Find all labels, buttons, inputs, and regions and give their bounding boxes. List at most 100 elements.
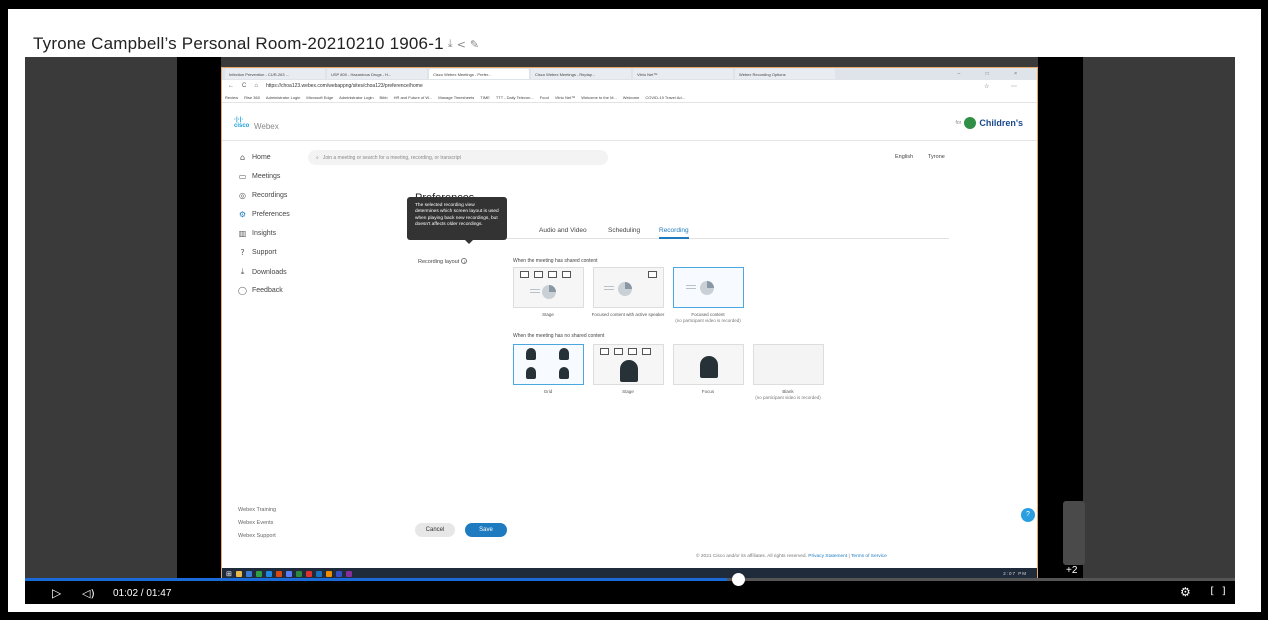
seek-handle[interactable]: [732, 573, 745, 586]
refresh-icon[interactable]: C: [242, 83, 246, 89]
layout-caption: Blank (no participant video is recorded): [743, 389, 833, 401]
download-icon[interactable]: ⤓: [448, 37, 453, 51]
participant-thumbnails: [520, 271, 571, 278]
fullscreen-icon[interactable]: [ ]: [1209, 586, 1227, 597]
caption-subtext: (no participant video is recorded): [755, 395, 821, 400]
sidebar-item-preferences[interactable]: ⚙ Preferences: [238, 210, 290, 219]
content-chart-icon: [542, 285, 556, 299]
browser-tab[interactable]: USP 800 - Hazardous Drugs - H...: [327, 69, 427, 79]
info-icon[interactable]: i: [461, 258, 468, 264]
settings-icon[interactable]: ⚙: [1180, 585, 1191, 599]
window-controls[interactable]: – □ ×: [958, 71, 1038, 77]
bookmark[interactable]: HR and Future of W...: [394, 95, 433, 100]
bookmark[interactable]: Vitrio Net™: [555, 95, 575, 100]
calendar-icon: ▭: [238, 172, 247, 181]
tab-scheduling[interactable]: Scheduling: [608, 227, 640, 234]
layout-option-focus[interactable]: [673, 344, 744, 385]
sidebar-item-label: Support: [252, 249, 277, 256]
participant-thumbnail[interactable]: [1063, 501, 1085, 565]
sidebar-item-recordings[interactable]: ◎ Recordings: [238, 191, 287, 200]
layout-option-stage-shared[interactable]: [513, 267, 584, 308]
sidebar-item-support[interactable]: ? Support: [238, 248, 277, 257]
tab-recording[interactable]: Recording: [659, 227, 689, 239]
childrens-logo-mark: [964, 117, 977, 129]
sidebar-item-feedback[interactable]: ◯ Feedback: [238, 286, 283, 295]
shared-content-label: When the meeting has shared content: [513, 258, 598, 264]
layout-caption: Focused content (no participant video is …: [663, 312, 753, 324]
bookmark[interactable]: Microsoft Edge: [306, 95, 333, 100]
bookmark[interactable]: Review: [225, 95, 238, 100]
sidebar-item-home[interactable]: ⌂ Home: [238, 153, 271, 162]
caption-text: Blank: [782, 389, 794, 394]
recording-title: Tyrone Campbell’s Personal Room-20210210…: [33, 34, 444, 53]
bookmark[interactable]: Administrator Login: [339, 95, 373, 100]
privacy-link[interactable]: Privacy Statement: [808, 554, 847, 559]
help-icon[interactable]: ?: [1021, 508, 1035, 522]
bookmark[interactable]: TTT - Daily Televon...: [496, 95, 534, 100]
webex-support-link[interactable]: Webex Support: [238, 533, 276, 539]
browser-tab[interactable]: Vitrio Net™: [633, 69, 733, 79]
participant-icon: [559, 367, 569, 379]
bookmark[interactable]: Bibb: [380, 95, 388, 100]
layout-option-grid[interactable]: [513, 344, 584, 385]
browser-tab[interactable]: Cisco Webex Meetings - Replay...: [531, 69, 631, 79]
taskbar-apps[interactable]: [236, 571, 352, 577]
bookmark[interactable]: Administrator Login: [266, 95, 300, 100]
share-icon[interactable]: <: [457, 38, 466, 51]
url-text[interactable]: https://choa123.webex.com/webappng/sites…: [266, 83, 423, 89]
gear-icon: ⚙: [238, 210, 247, 219]
home-icon[interactable]: ⌂: [254, 83, 258, 89]
browser-tab[interactable]: Cisco Webex Meetings - Prefer...: [429, 69, 529, 79]
windows-start-icon[interactable]: ⊞: [226, 570, 232, 578]
language-selector[interactable]: English: [895, 154, 913, 160]
caption-text: Focused content with active speaker: [591, 312, 665, 317]
bookmarks-bar: Review Rise 360 Administrator Login Micr…: [222, 92, 1037, 103]
bookmark[interactable]: Food: [540, 95, 549, 100]
bookmark[interactable]: COVID-19 Travel Ad...: [645, 95, 685, 100]
browser-tab[interactable]: Infection Prevention - CUR-263 ...: [225, 69, 325, 79]
bookmark[interactable]: TIME: [480, 95, 490, 100]
sidebar-item-insights[interactable]: ▥ Insights: [238, 229, 276, 238]
playback-control-bar: [25, 578, 1235, 604]
webex-events-link[interactable]: Webex Events: [238, 520, 273, 526]
webex-header: ·|·|· cisco Webex for Children's: [222, 103, 1037, 141]
search-input[interactable]: ⌕ Join a meeting or search for a meeting…: [308, 150, 608, 165]
tab-audio-video[interactable]: Audio and Video: [539, 227, 587, 234]
bookmark[interactable]: Welcome to the M...: [581, 95, 617, 100]
sidebar-item-meetings[interactable]: ▭ Meetings: [238, 172, 281, 181]
sidebar: ⌂ Home ▭ Meetings ◎ Recordings ⚙ Preferences…: [222, 141, 319, 579]
caption-text: Focused content: [691, 312, 725, 317]
back-icon[interactable]: ←: [228, 83, 234, 89]
bookmark[interactable]: Rise 360: [244, 95, 260, 100]
progress-bar[interactable]: [25, 578, 1235, 581]
volume-icon[interactable]: ◁): [82, 587, 95, 600]
address-bar[interactable]: ← C ⌂ https://choa123.webex.com/webappng…: [222, 80, 1037, 92]
layout-option-stage[interactable]: [593, 344, 664, 385]
content-chart-icon: [700, 281, 714, 295]
video-player[interactable]: +2 Infection Prevention - CUR-263 ... US…: [25, 57, 1235, 594]
webex-training-link[interactable]: Webex Training: [238, 507, 276, 513]
sidebar-item-downloads[interactable]: ⤓ Downloads: [238, 267, 287, 277]
save-button[interactable]: Save: [465, 523, 507, 537]
user-menu[interactable]: Tyrone: [928, 154, 945, 160]
edit-icon[interactable]: ✎: [470, 38, 479, 51]
progress-fill: [25, 578, 727, 581]
bookmark[interactable]: Manage Timesheets: [438, 95, 474, 100]
browser-tab[interactable]: Webex Recording Options: [735, 69, 835, 79]
layout-option-focused-speaker[interactable]: [593, 267, 664, 308]
terms-link[interactable]: Terms of Service: [851, 554, 887, 559]
layout-option-blank[interactable]: [753, 344, 824, 385]
layout-option-focused-content[interactable]: [673, 267, 744, 308]
help-icon: ?: [240, 248, 245, 257]
bookmark[interactable]: Welcome: [623, 95, 640, 100]
participant-icon: [620, 360, 638, 382]
layout-caption: Grid: [503, 389, 593, 395]
more-participants-badge[interactable]: +2: [1066, 565, 1077, 576]
browser-toolbar-icons[interactable]: ☆ ⋯: [984, 83, 1037, 90]
play-icon[interactable]: ▷: [52, 586, 61, 600]
recording-layout-tooltip: The selected recording view determines w…: [407, 197, 507, 244]
system-tray-clock[interactable]: 2:07 PM: [1003, 571, 1027, 576]
title-bar: Tyrone Campbell’s Personal Room-20210210…: [33, 32, 479, 56]
layout-caption: Focused content with active speaker: [583, 312, 673, 318]
cancel-button[interactable]: Cancel: [415, 523, 455, 537]
